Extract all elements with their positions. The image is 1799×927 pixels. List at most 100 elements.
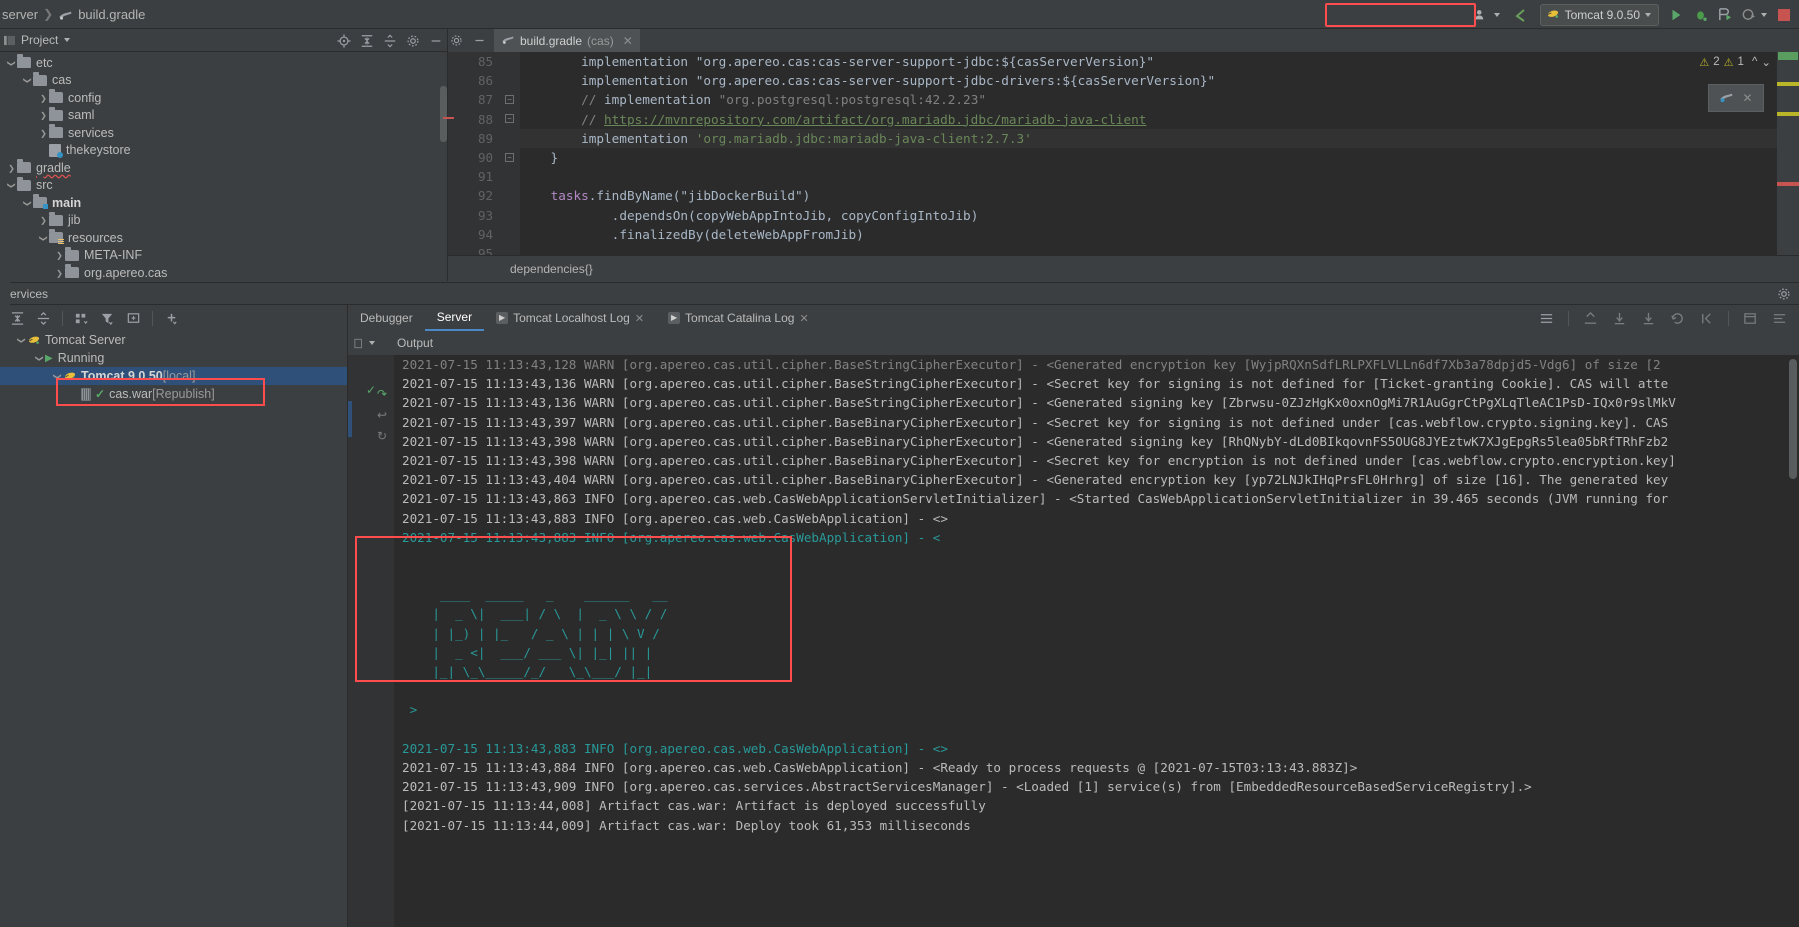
chevron-right-icon[interactable] bbox=[54, 250, 65, 260]
chevron-down-icon[interactable] bbox=[34, 353, 45, 363]
navigate-back-icon[interactable] bbox=[1510, 4, 1532, 26]
profiler-button[interactable] bbox=[1737, 4, 1759, 26]
chevron-right-icon[interactable] bbox=[38, 128, 49, 138]
close-icon[interactable]: ✕ bbox=[623, 34, 633, 48]
run-configuration-selector[interactable]: Tomcat 9.0.50 bbox=[1539, 3, 1659, 26]
restart-icon[interactable] bbox=[1670, 311, 1685, 326]
code-line[interactable]: .finalizedBy(deleteWebAppFromJib) bbox=[520, 225, 1799, 244]
project-tree-item-src[interactable]: src bbox=[0, 176, 447, 195]
fold-marker[interactable]: − bbox=[505, 153, 514, 162]
code-line[interactable] bbox=[520, 167, 1799, 186]
services-tree-item-tomcat-9-0-50[interactable]: Tomcat 9.0.50 [local] bbox=[0, 367, 347, 385]
chevron-down-icon[interactable] bbox=[16, 335, 27, 345]
expand-all-icon[interactable] bbox=[360, 34, 374, 48]
breadcrumb-file[interactable]: build.gradle bbox=[78, 7, 145, 22]
output-scope-selector[interactable] bbox=[354, 338, 375, 349]
run-with-coverage-button[interactable] bbox=[1713, 4, 1735, 26]
code-line[interactable]: // implementation "org.postgresql:postgr… bbox=[520, 90, 1799, 109]
project-tree-item-services[interactable]: services bbox=[0, 124, 447, 142]
hide-panel-icon[interactable] bbox=[429, 34, 443, 48]
add-icon[interactable] bbox=[164, 311, 179, 326]
services-tree[interactable]: Tomcat Server ▶ Running Tomcat 9.0.50 [loca… bbox=[0, 331, 347, 927]
gradle-reimport-popup[interactable]: ✕ bbox=[1708, 84, 1764, 112]
user-chevron-down-icon[interactable] bbox=[1493, 12, 1500, 17]
wrap-text-icon[interactable] bbox=[1539, 311, 1554, 326]
hide-editor-icon[interactable] bbox=[473, 34, 486, 47]
user-icon[interactable] bbox=[1470, 4, 1492, 26]
code-editor[interactable]: 85 86 87 88 89 90 91 92 93 94 95 − − − implementat… bbox=[448, 52, 1799, 255]
chevron-right-icon[interactable] bbox=[54, 268, 65, 278]
prev-problem-icon[interactable]: ^ bbox=[1752, 56, 1757, 68]
project-panel-title[interactable]: Project bbox=[0, 33, 71, 47]
console-scrollbar-thumb[interactable] bbox=[1789, 359, 1797, 479]
code-line[interactable]: // https://mvnrepository.com/artifact/or… bbox=[520, 110, 1799, 129]
project-tree-item-main[interactable]: main bbox=[0, 194, 447, 212]
project-tree[interactable]: etc cas config saml services thekeystore gradl… bbox=[0, 52, 447, 281]
group-by-icon[interactable] bbox=[74, 311, 89, 326]
close-icon[interactable]: ✕ bbox=[1742, 91, 1752, 105]
project-tree-item-jib[interactable]: jib bbox=[0, 211, 447, 230]
code-line[interactable]: implementation "org.apereo.cas:cas-serve… bbox=[520, 71, 1799, 90]
editor-settings-icon[interactable] bbox=[450, 34, 463, 47]
code-line[interactable]: implementation 'org.mariadb.jdbc:mariadb… bbox=[520, 128, 1799, 148]
code-line[interactable]: .dependsOn(copyWebAppIntoJib, copyConfig… bbox=[520, 206, 1799, 225]
project-tree-item-saml[interactable]: saml bbox=[0, 106, 447, 125]
collapse-all-icon[interactable] bbox=[36, 311, 51, 326]
project-tree-item-etc[interactable]: etc bbox=[0, 54, 447, 72]
console-tab-debugger[interactable]: Debugger bbox=[348, 305, 425, 331]
chevron-down-icon[interactable] bbox=[369, 341, 375, 345]
chevron-down-icon[interactable] bbox=[1645, 12, 1651, 17]
project-tree-item-resources[interactable]: resources bbox=[0, 229, 447, 247]
export-icon[interactable] bbox=[1641, 311, 1656, 326]
inspection-warning-marker[interactable] bbox=[1777, 112, 1799, 116]
chevron-right-icon[interactable] bbox=[38, 110, 49, 120]
close-icon[interactable]: ✕ bbox=[799, 312, 808, 325]
project-tree-item-gradle[interactable]: gradle bbox=[0, 159, 447, 177]
debug-button[interactable] bbox=[1689, 4, 1711, 26]
editor-fold-column[interactable]: − − − bbox=[500, 52, 520, 255]
scroll-down-icon[interactable] bbox=[1612, 311, 1627, 326]
close-stream-icon[interactable] bbox=[1699, 311, 1714, 326]
scroll-up-icon[interactable] bbox=[1583, 311, 1598, 326]
chevron-down-icon[interactable] bbox=[22, 75, 33, 85]
clear-all-icon[interactable] bbox=[1743, 311, 1758, 326]
show-configurations-icon[interactable] bbox=[126, 311, 141, 326]
services-tree-item-tomcat-server[interactable]: Tomcat Server bbox=[0, 331, 347, 349]
stop-button[interactable] bbox=[1773, 4, 1795, 26]
code-line[interactable]: tasks.findByName("jibDockerBuild") bbox=[520, 186, 1799, 205]
settings-icon[interactable] bbox=[406, 34, 420, 48]
profiler-chevron-down-icon[interactable] bbox=[1761, 12, 1767, 17]
services-tree-item-cas-war[interactable]: ✓ cas.war [Republish] bbox=[0, 385, 347, 403]
chevron-down-icon[interactable] bbox=[38, 233, 49, 243]
editor-code-area[interactable]: implementation "org.apereo.cas:cas-serve… bbox=[520, 52, 1799, 255]
console-tab-server[interactable]: Server bbox=[424, 305, 485, 331]
gradle-refresh-icon[interactable] bbox=[1719, 91, 1734, 105]
settings-icon[interactable] bbox=[1772, 311, 1787, 326]
project-tree-item-thekeystore[interactable]: thekeystore bbox=[0, 142, 447, 160]
console-tab-tomcat-localhost-log[interactable]: ▶ Tomcat Localhost Log ✕ bbox=[484, 305, 656, 331]
code-line[interactable]: } bbox=[520, 148, 1799, 167]
chevron-down-icon[interactable] bbox=[6, 58, 17, 68]
chevron-right-icon[interactable] bbox=[6, 163, 17, 173]
run-button[interactable] bbox=[1665, 4, 1687, 26]
next-problem-icon[interactable]: ⌄ bbox=[1761, 55, 1771, 69]
console-tab-tomcat-catalina-log[interactable]: ▶ Tomcat Catalina Log ✕ bbox=[656, 305, 821, 331]
services-tree-item-running[interactable]: ▶ Running bbox=[0, 349, 347, 367]
code-line[interactable] bbox=[520, 244, 1799, 255]
locate-icon[interactable] bbox=[337, 33, 351, 48]
gear-icon[interactable] bbox=[1777, 287, 1791, 301]
project-tree-item-cas[interactable]: cas bbox=[0, 71, 447, 90]
chevron-down-icon[interactable] bbox=[52, 371, 63, 381]
chevron-down-icon[interactable] bbox=[6, 180, 17, 190]
fold-marker[interactable]: − bbox=[505, 114, 514, 123]
chevron-down-icon[interactable] bbox=[64, 38, 71, 42]
editor-scrollbar-thumb[interactable] bbox=[440, 86, 447, 142]
filter-icon[interactable] bbox=[100, 311, 115, 326]
close-icon[interactable]: ✕ bbox=[635, 312, 644, 325]
console-output-panel[interactable]: Output ✓ ↷ ↩ ↻ 2021-07-15 11:13:43,128 W… bbox=[348, 331, 1799, 927]
collapse-all-icon[interactable] bbox=[383, 33, 397, 48]
chevron-right-icon[interactable] bbox=[38, 215, 49, 225]
chevron-down-icon[interactable] bbox=[22, 198, 33, 208]
inspection-sidebar[interactable] bbox=[1777, 52, 1799, 255]
project-tree-item-config[interactable]: config bbox=[0, 89, 447, 107]
